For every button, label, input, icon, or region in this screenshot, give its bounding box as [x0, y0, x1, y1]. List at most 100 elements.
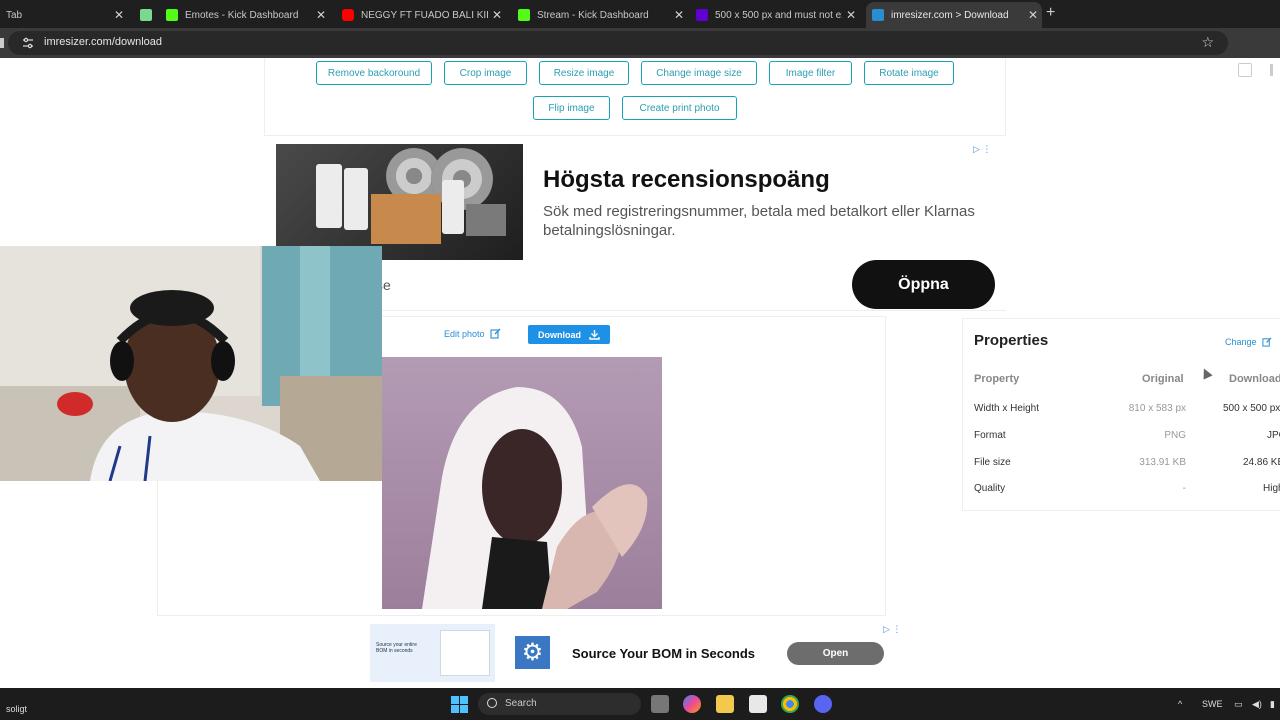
tab-6-active[interactable]: imresizer.com > Download ✕ [866, 2, 1042, 28]
menu-icon[interactable] [1270, 64, 1273, 76]
address-bar-row: imresizer.com/download ☆ [0, 28, 1280, 77]
top-advertisement[interactable]: Högsta recensionspoäng Sök med registrer… [276, 144, 996, 309]
language-indicator[interactable]: SWE [1202, 699, 1223, 709]
header-download: Download [1229, 373, 1280, 385]
gear-icon: ⚙ [515, 636, 550, 669]
tab-title: NEGGY FT FUADO BALI KIBIR - Y [361, 9, 488, 21]
remove-background-button[interactable]: Remove backoround [316, 61, 432, 85]
chevron-up-icon[interactable]: ^ [1178, 699, 1182, 709]
edit-photo-label: Edit photo [444, 328, 485, 339]
tab-title: Emotes - Kick Dashboard [185, 9, 299, 21]
image-filter-button[interactable]: Image filter [769, 61, 852, 85]
kick-icon [518, 9, 530, 21]
row-label: File size [974, 457, 1011, 468]
volume-icon[interactable]: ◀) [1252, 699, 1262, 710]
windows-taskbar: soligt Search ^ SWE ▭ ◀) ▮ [0, 688, 1280, 720]
close-icon[interactable]: ✕ [1024, 8, 1042, 22]
ad-product-image [276, 144, 523, 260]
youtube-icon [342, 9, 354, 21]
store-icon[interactable] [749, 695, 767, 713]
copilot-icon[interactable] [683, 695, 701, 713]
row-label: Width x Height [974, 403, 1040, 414]
yahoo-icon [696, 9, 708, 21]
tab-title: Tab [6, 9, 23, 21]
person-praying-image [422, 387, 648, 609]
row-original: 810 x 583 px [1128, 403, 1186, 414]
edit-icon [1261, 337, 1272, 347]
site-info-icon[interactable] [22, 37, 34, 49]
webcam-overlay [0, 246, 382, 481]
bottom-advertisement[interactable]: Source your entire BOM in seconds ⚙ Sour… [364, 622, 905, 684]
ad-heading: Source Your BOM in Seconds [572, 646, 755, 661]
extensions-icon[interactable] [1238, 63, 1252, 77]
ad-thumbnail: Source your entire BOM in seconds [370, 624, 495, 682]
network-icon[interactable]: ▭ [1234, 699, 1243, 710]
chrome-icon[interactable] [781, 695, 799, 713]
tab-title: imresizer.com > Download [891, 9, 1009, 21]
bookmark-star-icon[interactable]: ☆ [1201, 34, 1214, 51]
imresizer-icon [872, 9, 884, 21]
oil-bottle [344, 168, 368, 230]
tab-2[interactable]: Emotes - Kick Dashboard ✕ [160, 2, 330, 28]
taskbar-search[interactable]: Search [478, 693, 641, 715]
weather-widget[interactable]: soligt [6, 704, 27, 714]
row-label: Format [974, 430, 1006, 441]
tab-5[interactable]: 500 x 500 px and must not exce ✕ [690, 2, 860, 28]
ad-open-button[interactable]: Öppna [852, 260, 995, 309]
tab-title: Stream - Kick Dashboard [537, 9, 649, 21]
tab-3[interactable]: NEGGY FT FUADO BALI KIBIR - Y ✕ [336, 2, 506, 28]
tab-4[interactable]: Stream - Kick Dashboard ✕ [512, 2, 688, 28]
edit-photo-link[interactable]: Edit photo [444, 328, 501, 339]
back-icon[interactable] [0, 38, 4, 48]
result-photo [382, 357, 662, 609]
close-icon[interactable]: ✕ [488, 8, 506, 22]
create-print-photo-button[interactable]: Create print photo [622, 96, 737, 120]
download-icon [589, 330, 600, 340]
ad-thumb-screen [440, 630, 490, 676]
adchoices-icon[interactable]: ▷ ⋮ [973, 144, 991, 155]
ad-thumbnail-text: Source your entire BOM in seconds [376, 642, 417, 654]
properties-panel: Properties Change Property Original Down… [962, 318, 1280, 511]
search-icon [487, 698, 497, 708]
crop-image-button[interactable]: Crop image [444, 61, 527, 85]
omnibox[interactable]: imresizer.com/download ☆ [8, 31, 1228, 55]
download-button[interactable]: Download [528, 325, 610, 344]
adchoices-icon[interactable]: ▷ ⋮ [883, 624, 901, 635]
change-link[interactable]: Change [1225, 337, 1272, 347]
resize-image-button[interactable]: Resize image [539, 61, 629, 85]
kick-icon [166, 9, 178, 21]
close-icon[interactable]: ✕ [312, 8, 330, 22]
row-original: 313.91 KB [1139, 457, 1186, 468]
row-download: JPG [1267, 430, 1280, 441]
row-original: - [1182, 483, 1186, 494]
change-image-size-button[interactable]: Change image size [641, 61, 757, 85]
battery-icon[interactable]: ▮ [1270, 699, 1275, 710]
row-download: 500 x 500 px [1223, 403, 1280, 414]
row-download: 24.86 KB [1243, 457, 1280, 468]
webcam-feed-image [0, 246, 382, 481]
oil-bottle [316, 164, 342, 228]
app-icon [140, 9, 152, 21]
ad-open-button[interactable]: Open [787, 642, 884, 665]
close-icon[interactable]: ✕ [670, 8, 688, 22]
task-view-icon[interactable] [651, 695, 669, 713]
edit-icon [489, 328, 500, 339]
tab-title: 500 x 500 px and must not exce [715, 9, 842, 21]
ad-heading: Högsta recensionspoäng [543, 166, 830, 193]
windows-start-icon[interactable] [451, 696, 468, 713]
url-text: imresizer.com/download [44, 36, 162, 48]
file-explorer-icon[interactable] [716, 695, 734, 713]
close-icon[interactable]: ✕ [110, 8, 128, 22]
rotate-image-button[interactable]: Rotate image [864, 61, 954, 85]
discord-icon[interactable] [814, 695, 832, 713]
oil-bottle [442, 180, 464, 234]
new-tab-icon[interactable]: + [1046, 4, 1055, 22]
ad-body: Sök med registreringsnummer, betala med … [543, 203, 975, 239]
parts-box [466, 204, 506, 236]
close-icon[interactable]: ✕ [842, 8, 860, 22]
properties-title: Properties [974, 332, 1049, 349]
tab-0[interactable]: Tab ✕ [0, 2, 128, 28]
search-label: Search [505, 698, 537, 709]
flip-image-button[interactable]: Flip image [533, 96, 610, 120]
header-property: Property [974, 373, 1020, 385]
